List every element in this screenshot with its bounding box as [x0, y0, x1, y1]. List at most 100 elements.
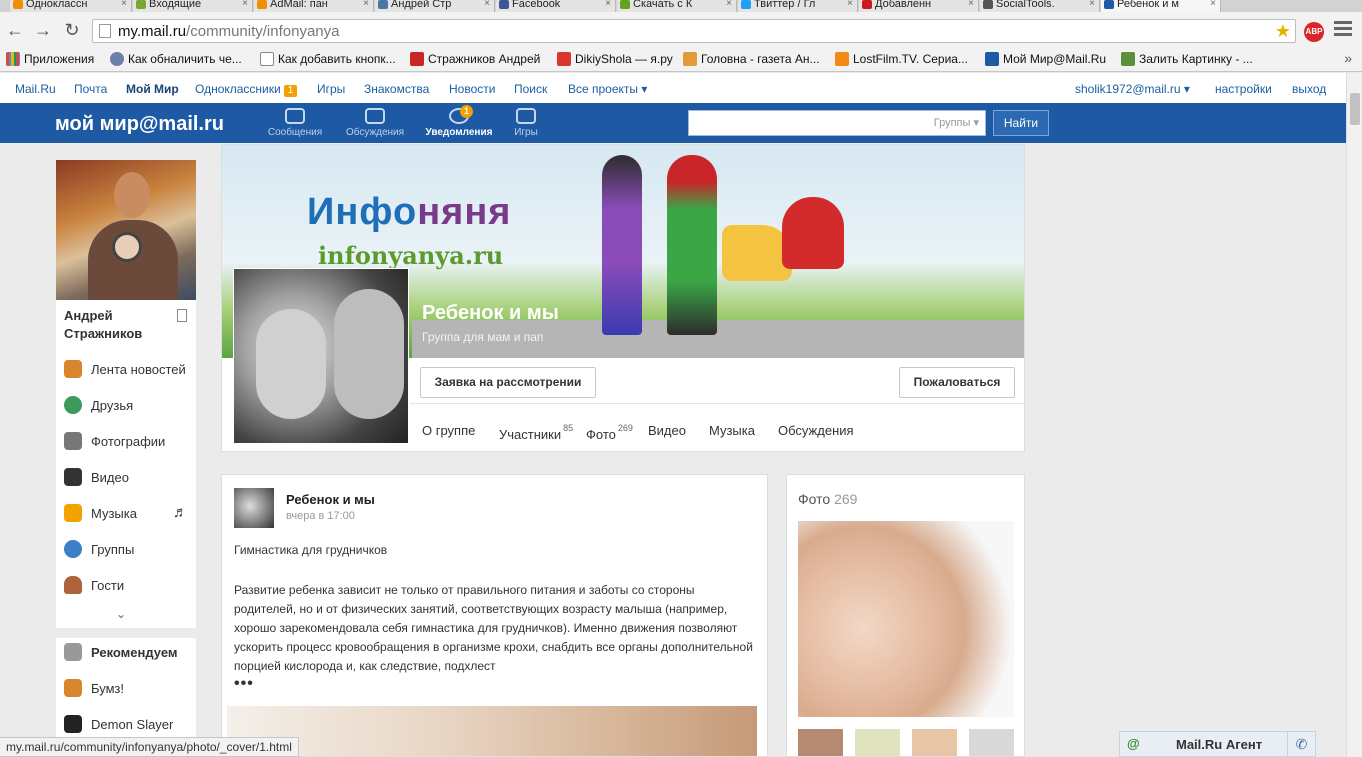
reload-icon[interactable]: ↻ [62, 20, 82, 40]
sidebar-item-video[interactable]: Видео [56, 462, 196, 492]
search-input[interactable]: Группы ▾ [688, 110, 986, 136]
portal-link-odnoklassniki[interactable]: Одноклассники 1 [195, 82, 298, 97]
tab-discussions[interactable]: Обсуждения [778, 423, 854, 438]
sidebar-item-guests[interactable]: Гости [56, 570, 196, 600]
bookmark-item[interactable]: LostFilm.TV. Сериа... [835, 52, 968, 66]
tab-video[interactable]: Видео [648, 423, 686, 438]
portal-link-mailru[interactable]: Mail.Ru [15, 82, 56, 96]
nav-notifications[interactable]: 1 Уведомления [424, 105, 494, 138]
sidebar-item-recommended[interactable]: Рекомендуем [56, 637, 196, 667]
close-tab-icon[interactable]: × [1089, 0, 1095, 9]
chevron-down-icon[interactable]: ⌄ [116, 607, 126, 621]
photo-thumbnail[interactable] [798, 729, 843, 756]
portal-link-mail[interactable]: Почта [74, 82, 107, 96]
close-tab-icon[interactable]: × [484, 0, 490, 9]
bookmark-item[interactable]: Стражников Андрей [410, 52, 540, 66]
close-tab-icon[interactable]: × [363, 0, 369, 9]
close-tab-icon[interactable]: × [726, 0, 732, 9]
youtube-icon [862, 0, 872, 9]
sidebar-item-groups[interactable]: Группы [56, 534, 196, 564]
sidebar-item-app[interactable]: Бумз! [56, 673, 196, 703]
forward-arrow-icon[interactable]: → [33, 20, 53, 40]
post-image[interactable] [227, 706, 757, 756]
browser-tab[interactable]: AdMail: пан × [254, 0, 374, 12]
post-time[interactable]: вчера в 17:00 [286, 510, 355, 522]
post-author[interactable]: Ребенок и мы [286, 492, 375, 507]
portal-link-dating[interactable]: Знакомства [364, 82, 429, 96]
adblock-plus-icon[interactable]: ABP [1304, 22, 1324, 42]
nav-games[interactable]: Игры [491, 108, 561, 138]
notification-badge: 1 [283, 85, 298, 97]
bookmark-star-icon[interactable]: ★ [1275, 21, 1291, 42]
user-email-menu[interactable]: sholik1972@mail.ru ▾ [1075, 82, 1190, 96]
photo-thumbnail[interactable] [969, 729, 1014, 756]
close-tab-icon[interactable]: × [968, 0, 974, 9]
tab-music[interactable]: Музыка [709, 423, 755, 438]
browser-tab[interactable]: Входящие × [133, 0, 253, 12]
site-logo[interactable]: мой мир@mail.ru [55, 113, 224, 136]
tab-members[interactable]: Участники 85 [499, 423, 573, 442]
address-url[interactable]: my.mail.ru/community/infonyanya [118, 23, 339, 40]
nav-discussions[interactable]: Обсуждения [340, 108, 410, 138]
close-tab-icon[interactable]: × [242, 0, 248, 9]
nav-messages[interactable]: Сообщения [260, 108, 330, 138]
browser-tab-active[interactable]: Ребенок и м × [1101, 0, 1221, 12]
bookmark-apps[interactable]: Приложения [6, 52, 94, 66]
bookmarks-more-icon[interactable]: » [1344, 50, 1352, 66]
browser-tab[interactable]: Андрей Стр × [375, 0, 495, 12]
bookmark-item[interactable]: Мой Мир@Mail.Ru [985, 52, 1106, 66]
search-scope-dropdown[interactable]: Группы ▾ [934, 116, 979, 129]
close-tab-icon[interactable]: × [847, 0, 853, 9]
complain-button[interactable]: Пожаловаться [899, 367, 1015, 398]
join-request-button[interactable]: Заявка на рассмотрении [420, 367, 596, 398]
settings-link[interactable]: настройки [1215, 82, 1272, 96]
read-more-button[interactable]: ••• [234, 675, 254, 693]
user-name[interactable]: Андрей Стражников [64, 307, 174, 343]
mailru-agent-widget[interactable]: @ Mail.Ru Агент ✆ [1119, 731, 1316, 757]
browser-tab[interactable]: Facebook × [496, 0, 616, 12]
photos-widget-title[interactable]: Фото 269 [798, 491, 857, 507]
photo-main[interactable] [798, 521, 1014, 717]
scrollbar-thumb[interactable] [1350, 93, 1360, 125]
close-tab-icon[interactable]: × [605, 0, 611, 9]
logout-link[interactable]: выход [1292, 82, 1326, 96]
bookmark-item[interactable]: Как добавить кнопк... [260, 52, 396, 66]
bookmark-item[interactable]: Залить Картинку - ... [1121, 52, 1253, 66]
sidebar-item-music[interactable]: Музыка ♬ [56, 498, 196, 528]
bookmark-item[interactable]: Головна - газета Ан... [683, 52, 820, 66]
portal-link-all-projects[interactable]: Все проекты ▾ [568, 82, 647, 96]
music-play-icon[interactable]: ♬ [173, 504, 188, 521]
group-avatar[interactable] [233, 268, 409, 444]
close-tab-icon[interactable]: × [1210, 0, 1216, 9]
portal-link-moimir[interactable]: Мой Мир [126, 82, 179, 96]
sidebar-item-feed[interactable]: Лента новостей [56, 354, 196, 384]
photo-thumbnail[interactable] [855, 729, 900, 756]
browser-tab[interactable]: Твиттер / Гл × [738, 0, 858, 12]
portal-link-search[interactable]: Поиск [514, 82, 547, 96]
sidebar-item-photos[interactable]: Фотографии [56, 426, 196, 456]
edit-profile-icon[interactable] [177, 309, 187, 322]
portal-link-games[interactable]: Игры [317, 82, 345, 96]
bookmark-item[interactable]: DikiyShola — я.ру [557, 52, 673, 66]
address-bar[interactable]: my.mail.ru/community/infonyanya ★ [92, 19, 1296, 43]
browser-menu-icon[interactable] [1334, 21, 1352, 39]
back-arrow-icon[interactable]: ← [5, 20, 25, 40]
tab-about[interactable]: О группе [422, 423, 475, 438]
vertical-scrollbar[interactable] [1346, 73, 1362, 757]
photo-thumbnail[interactable] [912, 729, 957, 756]
user-avatar[interactable] [56, 160, 196, 300]
browser-tab[interactable]: SocialTools. × [980, 0, 1100, 12]
sidebar-item-friends[interactable]: Друзья [56, 390, 196, 420]
tab-photos[interactable]: Фото 269 [586, 423, 633, 442]
sidebar-item-app[interactable]: Demon Slayer [56, 709, 196, 739]
search-button[interactable]: Найти [993, 110, 1049, 136]
browser-tab[interactable]: Одноклассн × [10, 0, 132, 12]
post-author-avatar[interactable] [234, 488, 274, 528]
portal-link-news[interactable]: Новости [449, 82, 495, 96]
site-header: мой мир@mail.ru Сообщения Обсуждения 1 Ув… [0, 103, 1346, 143]
browser-tab[interactable]: Добавленн × [859, 0, 979, 12]
bookmark-item[interactable]: Как обналичить че... [110, 52, 242, 66]
close-tab-icon[interactable]: × [121, 0, 127, 9]
phone-icon[interactable]: ✆ [1287, 732, 1315, 756]
browser-tab[interactable]: Скачать с К × [617, 0, 737, 12]
